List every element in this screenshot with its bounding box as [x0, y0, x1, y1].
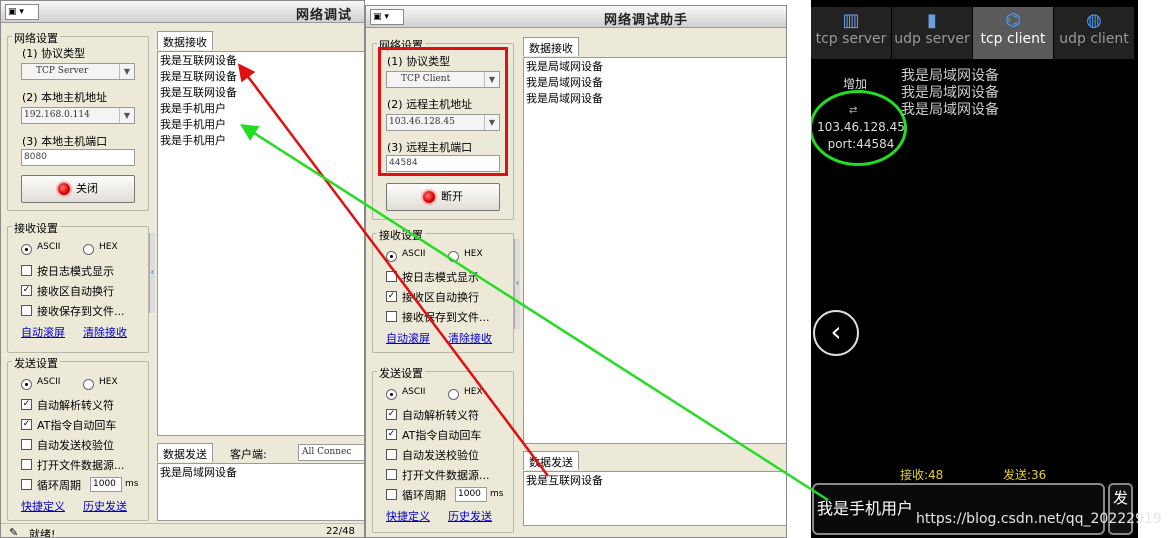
- annotation-arrows: [237, 63, 829, 502]
- red-arrow: [237, 63, 549, 477]
- green-arrow: [240, 124, 829, 502]
